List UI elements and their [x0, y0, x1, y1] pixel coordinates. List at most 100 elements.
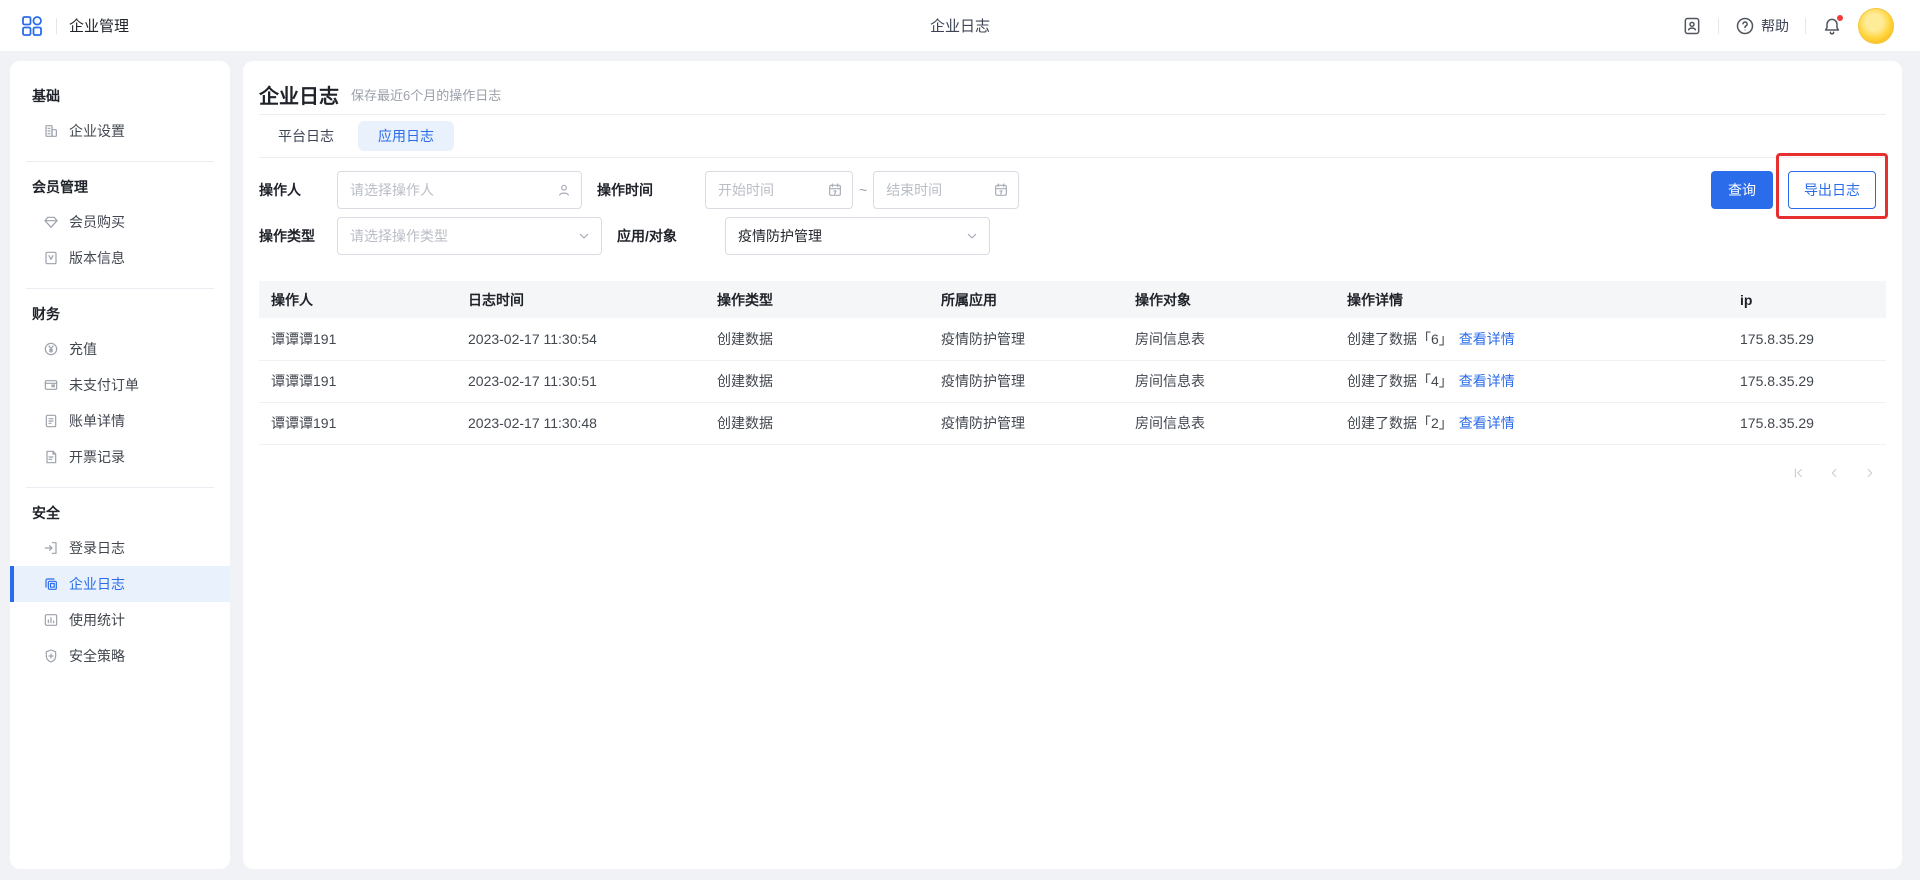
pagination — [259, 465, 1886, 481]
sidebar-item-label: 账单详情 — [69, 411, 125, 431]
prev-page-button[interactable] — [1826, 465, 1842, 481]
yen-circle-icon — [43, 341, 59, 357]
cell-detail: 创建了数据「4」查看详情 — [1335, 360, 1728, 402]
cell-time: 2023-02-17 11:30:51 — [456, 360, 705, 402]
apps-grid-icon[interactable] — [20, 14, 44, 38]
topbar-page-title: 企业日志 — [930, 15, 990, 36]
filter-area: 操作人 操作时间 ~ 操作类型 请选择操作类型 — [259, 158, 1886, 255]
page-subtitle: 保存最近6个月的操作日志 — [351, 85, 501, 104]
tab-bar: 平台日志 应用日志 — [259, 114, 1886, 158]
page-title: 企业日志 — [259, 80, 339, 109]
cell-ip: 175.8.35.29 — [1728, 318, 1886, 360]
cell-target: 房间信息表 — [1123, 360, 1335, 402]
table-body: 谭谭谭1912023-02-17 11:30:54创建数据疫情防护管理房间信息表… — [259, 318, 1886, 444]
column-header: 操作人 — [259, 281, 456, 318]
cell-detail: 创建了数据「6」查看详情 — [1335, 318, 1728, 360]
sidebar-nav: 基础企业设置会员管理会员购买版本信息财务充值未支付订单账单详情开票记录安全登录日… — [10, 85, 230, 674]
operator-input[interactable] — [337, 171, 582, 209]
export-logs-button[interactable]: 导出日志 — [1788, 171, 1876, 209]
notification-dot — [1836, 14, 1844, 22]
sidebar-item-label: 充值 — [69, 339, 97, 359]
sidebar-item-login-logs[interactable]: 登录日志 — [10, 530, 230, 566]
building-icon — [43, 123, 59, 139]
filter-row-1: 操作人 操作时间 ~ — [259, 171, 1886, 209]
sidebar-item-security-policy[interactable]: 安全策略 — [10, 638, 230, 674]
sidebar-item-unpaid-orders[interactable]: 未支付订单 — [10, 367, 230, 403]
view-detail-link[interactable]: 查看详情 — [1459, 415, 1515, 431]
cell-type: 创建数据 — [705, 318, 929, 360]
sidebar-divider — [26, 161, 214, 162]
type-select-wrap: 请选择操作类型 — [337, 217, 602, 255]
logs-table: 操作人日志时间操作类型所属应用操作对象操作详情ip 谭谭谭1912023-02-… — [259, 281, 1886, 445]
sidebar-item-enterprise-logs[interactable]: 企业日志 — [10, 566, 230, 602]
annotation-highlight: 导出日志 — [1776, 153, 1888, 219]
cell-time: 2023-02-17 11:30:48 — [456, 402, 705, 444]
sidebar-item-recharge[interactable]: 充值 — [10, 331, 230, 367]
login-icon — [43, 540, 59, 556]
invoice-icon — [43, 449, 59, 465]
active-indicator-bar — [10, 566, 14, 602]
table-header-row: 操作人日志时间操作类型所属应用操作对象操作详情ip — [259, 281, 1886, 318]
sidebar-divider — [26, 288, 214, 289]
sidebar-section-title: 安全 — [10, 502, 230, 524]
sidebar-item-member-purchase[interactable]: 会员购买 — [10, 204, 230, 240]
sidebar-item-label: 未支付订单 — [69, 375, 139, 395]
cell-operator: 谭谭谭191 — [259, 318, 456, 360]
app-select-wrap: 疫情防护管理 — [725, 217, 990, 255]
start-time-input[interactable] — [705, 171, 853, 209]
sidebar-item-usage-stats[interactable]: 使用统计 — [10, 602, 230, 638]
first-page-button[interactable] — [1790, 465, 1806, 481]
cell-operator: 谭谭谭191 — [259, 402, 456, 444]
sidebar: 基础企业设置会员管理会员购买版本信息财务充值未支付订单账单详情开票记录安全登录日… — [10, 61, 230, 869]
table-row: 谭谭谭1912023-02-17 11:30:48创建数据疫情防护管理房间信息表… — [259, 402, 1886, 444]
filter-actions: 查询 导出日志 — [1711, 171, 1888, 219]
column-header: 所属应用 — [929, 281, 1123, 318]
view-detail-link[interactable]: 查看详情 — [1459, 373, 1515, 389]
end-time-wrap — [873, 171, 1019, 209]
topbar-right: 帮助 — [1682, 8, 1894, 44]
cell-app: 疫情防护管理 — [929, 318, 1123, 360]
query-button[interactable]: 查询 — [1711, 171, 1773, 209]
cell-type: 创建数据 — [705, 360, 929, 402]
detail-text: 创建了数据「4」 — [1347, 373, 1453, 389]
help-button[interactable]: 帮助 — [1735, 16, 1789, 36]
type-select[interactable]: 请选择操作类型 — [337, 217, 602, 255]
sidebar-section-title: 财务 — [10, 303, 230, 325]
time-label: 操作时间 — [582, 180, 705, 200]
sidebar-item-invoice-records[interactable]: 开票记录 — [10, 439, 230, 475]
sidebar-item-bill-details[interactable]: 账单详情 — [10, 403, 230, 439]
tab-platform-logs[interactable]: 平台日志 — [278, 121, 334, 151]
sidebar-item-enterprise-settings[interactable]: 企业设置 — [10, 113, 230, 149]
detail-text: 创建了数据「6」 — [1347, 331, 1453, 347]
cell-app: 疫情防护管理 — [929, 402, 1123, 444]
column-header: 操作类型 — [705, 281, 929, 318]
sidebar-section-title: 会员管理 — [10, 176, 230, 198]
page-head: 企业日志 保存最近6个月的操作日志 — [259, 61, 1886, 114]
type-select-placeholder: 请选择操作类型 — [350, 226, 448, 246]
next-page-button[interactable] — [1862, 465, 1878, 481]
cell-target: 房间信息表 — [1123, 402, 1335, 444]
cell-detail: 创建了数据「2」查看详情 — [1335, 402, 1728, 444]
cell-target: 房间信息表 — [1123, 318, 1335, 360]
time-range-separator: ~ — [859, 182, 867, 198]
shield-plus-icon — [43, 648, 59, 664]
view-detail-link[interactable]: 查看详情 — [1459, 331, 1515, 347]
sidebar-divider — [26, 487, 214, 488]
id-badge-icon[interactable] — [1682, 16, 1702, 36]
notification-bell-icon[interactable] — [1822, 16, 1842, 36]
main-panel: 企业日志 保存最近6个月的操作日志 平台日志 应用日志 操作人 操作时间 ~ — [243, 61, 1902, 869]
type-label: 操作类型 — [259, 226, 337, 246]
sidebar-item-label: 登录日志 — [69, 538, 125, 558]
column-header: 操作对象 — [1123, 281, 1335, 318]
sidebar-item-label: 版本信息 — [69, 248, 125, 268]
column-header: ip — [1728, 281, 1886, 318]
end-time-input[interactable] — [873, 171, 1019, 209]
sidebar-item-version-info[interactable]: 版本信息 — [10, 240, 230, 276]
operator-input-wrap — [337, 171, 582, 209]
wallet-icon — [43, 377, 59, 393]
cell-time: 2023-02-17 11:30:54 — [456, 318, 705, 360]
user-avatar[interactable] — [1858, 8, 1894, 44]
logs-icon — [43, 576, 59, 592]
app-select[interactable]: 疫情防护管理 — [725, 217, 990, 255]
tab-app-logs[interactable]: 应用日志 — [358, 121, 454, 151]
